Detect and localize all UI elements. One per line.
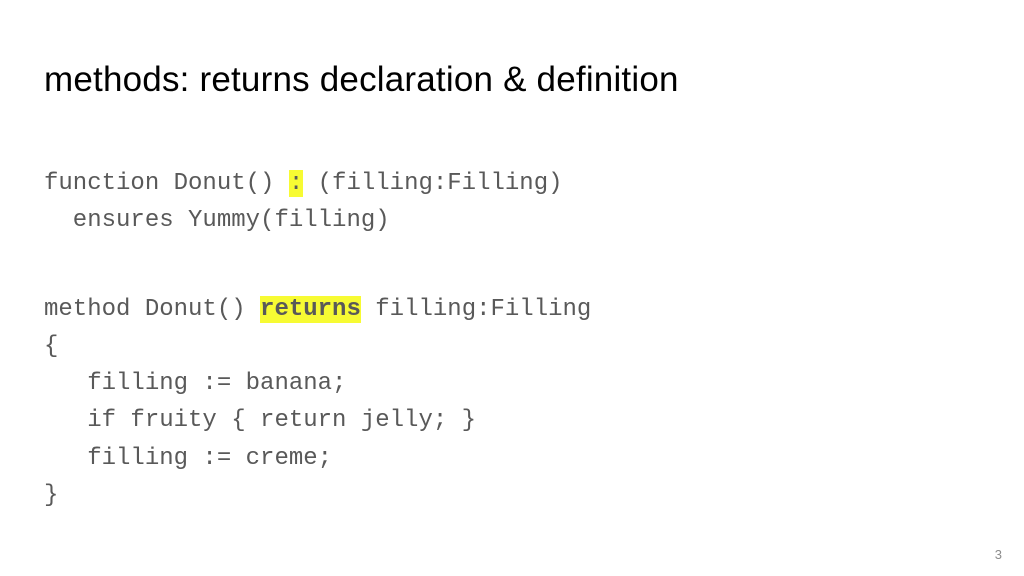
code-line: method Donut() returns filling:Filling (44, 296, 591, 323)
highlight-colon: : (289, 170, 303, 197)
code-block-function: function Donut() : (filling:Filling) ens… (44, 128, 980, 240)
slide: methods: returns declaration & definitio… (0, 0, 1024, 576)
code-line: filling := banana; (44, 370, 346, 397)
code-text: method Donut() (44, 296, 260, 323)
highlight-returns: returns (260, 296, 361, 323)
page-number: 3 (995, 547, 1002, 562)
code-line: function Donut() : (filling:Filling) (44, 170, 563, 197)
slide-title: methods: returns declaration & definitio… (44, 60, 980, 100)
code-line: } (44, 482, 58, 509)
code-line: ensures Yummy(filling) (44, 207, 390, 234)
code-line: if fruity { return jelly; } (44, 407, 476, 434)
code-text: filling:Filling (361, 296, 591, 323)
code-text: (filling:Filling) (303, 170, 562, 197)
code-block-method: method Donut() returns filling:Filling {… (44, 254, 980, 514)
code-line: filling := creme; (44, 445, 332, 472)
code-line: { (44, 333, 58, 360)
code-text: function Donut() (44, 170, 289, 197)
